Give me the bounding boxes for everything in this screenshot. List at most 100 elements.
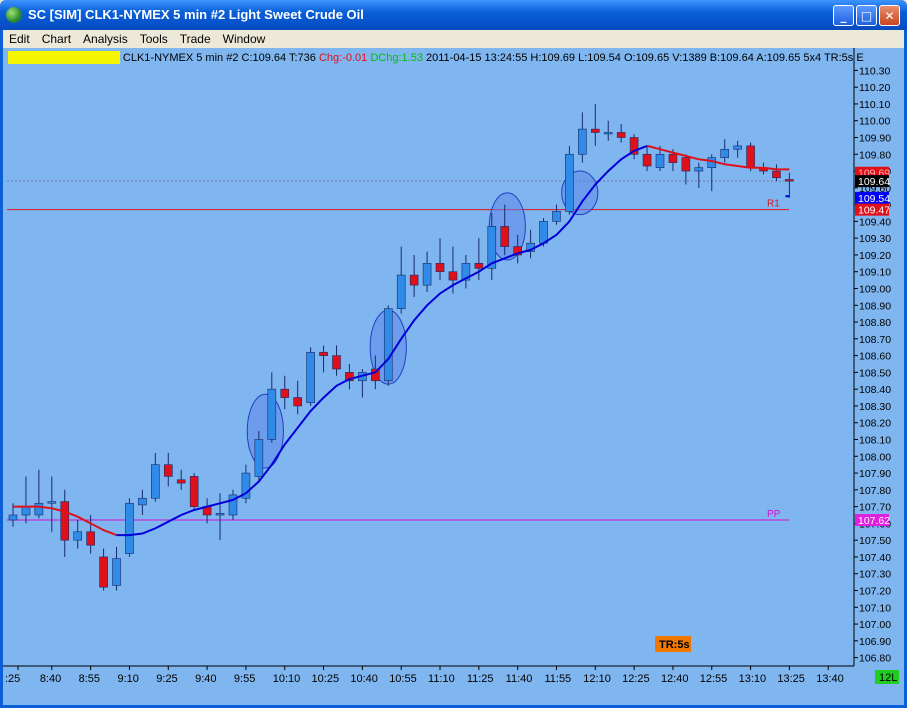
minimize-button[interactable]: _ (833, 5, 854, 26)
menu-analysis[interactable]: Analysis (77, 30, 134, 48)
price-axis-label: 108.60 (859, 351, 891, 363)
price-axis-label: 107.20 (859, 586, 891, 598)
price-axis-label: 108.90 (859, 300, 891, 312)
time-axis-label: 13:40 (816, 673, 844, 685)
price-axis-label: 108.20 (859, 418, 891, 430)
time-axis-label: 13:10 (739, 673, 767, 685)
price-axis-label: 106.90 (859, 636, 891, 648)
time-axis-label: 9:55 (234, 673, 255, 685)
price-axis-label: 109.40 (859, 216, 891, 228)
globe-icon (6, 7, 22, 23)
candle-body (332, 355, 341, 370)
candle-body (422, 263, 432, 286)
moving-average-red (646, 144, 790, 171)
price-marker-label: 109.64 (858, 176, 890, 188)
menu-window[interactable]: Window (217, 30, 272, 48)
price-axis-label: 107.00 (859, 619, 891, 631)
chart-area[interactable]: [SIM] Trade:1@109.95 CLK1-NYMEX 5 min #2… (3, 48, 904, 705)
price-axis-label: 107.90 (859, 468, 891, 480)
time-axis-label: 10:40 (350, 673, 378, 685)
candle-body (215, 513, 225, 516)
time-axis-label: 11:10 (428, 673, 455, 685)
time-axis-label: 12:10 (583, 673, 611, 685)
candle-body (151, 464, 160, 499)
price-axis-label: 108.50 (859, 367, 891, 379)
time-axis-label: 10:25 (312, 673, 340, 685)
price-axis-label: 107.50 (859, 535, 891, 547)
price-axis-label: 110.10 (859, 99, 890, 111)
chart-header: [SIM] Trade:1@109.95 CLK1-NYMEX 5 min #2… (9, 52, 864, 64)
candle-body (280, 388, 290, 398)
candle-body (565, 153, 574, 212)
candle-body (383, 308, 393, 382)
candle-body (746, 145, 755, 168)
candle-body (785, 179, 794, 182)
menu-tools[interactable]: Tools (134, 30, 174, 48)
price-axis-label: 108.70 (859, 334, 891, 346)
candle-body (448, 271, 458, 281)
price-marker-label: 107.62 (858, 515, 890, 527)
time-axis-label: 8:55 (79, 673, 100, 685)
time-axis-label: :25 (5, 673, 20, 685)
time-axis-label: 13:25 (777, 673, 805, 685)
price-axis-label: 108.10 (859, 435, 891, 447)
window-title: SC [SIM] CLK1-NYMEX 5 min #2 Light Sweet… (28, 7, 364, 22)
candle-body (720, 148, 730, 158)
price-axis-label: 109.20 (859, 250, 891, 262)
price-axis-label: 109.10 (859, 267, 891, 279)
close-button[interactable]: ✕ (879, 5, 900, 26)
time-axis-label: 12:40 (661, 673, 689, 685)
candle-body (21, 506, 31, 516)
candle-body (396, 274, 406, 309)
candle-body (189, 476, 199, 507)
candle-body (694, 167, 704, 172)
menu-trade[interactable]: Trade (174, 30, 217, 48)
price-marker-label: 109.47 (858, 205, 890, 217)
price-axis-label: 109.80 (859, 149, 891, 161)
level-label-pp: PP (767, 509, 781, 520)
candle-body (163, 464, 173, 477)
menu-edit[interactable]: Edit (3, 30, 36, 48)
tr-badge-label: TR:5s (659, 639, 690, 651)
level-label-r1: R1 (767, 199, 780, 210)
menu-chart[interactable]: Chart (36, 30, 77, 48)
candle-body (60, 501, 70, 541)
time-axis-label: 9:40 (195, 673, 216, 685)
candle-body (539, 221, 548, 244)
candle-body (474, 263, 484, 269)
price-axis-label: 110.30 (859, 65, 890, 77)
candle-body (642, 153, 652, 167)
candle-body (306, 351, 315, 403)
candle-body (47, 501, 57, 504)
candle-body (86, 531, 95, 546)
price-axis-label: 107.70 (859, 502, 891, 514)
candle-body (500, 226, 510, 247)
candle-body (681, 157, 691, 172)
candle-body (293, 397, 302, 407)
time-axis-label: 10:55 (389, 673, 417, 685)
maximize-button[interactable]: □ (856, 5, 877, 26)
price-axis-label: 109.90 (859, 133, 891, 145)
price-axis-label: 107.80 (859, 485, 891, 497)
time-axis-label: 10:10 (273, 673, 301, 685)
candle-body (603, 132, 613, 135)
time-axis-label: 11:55 (544, 673, 571, 685)
menu-bar: Edit Chart Analysis Tools Trade Window (3, 30, 904, 48)
price-axis-label: 107.30 (859, 569, 891, 581)
candle-body (138, 497, 147, 506)
title-bar[interactable]: SC [SIM] CLK1-NYMEX 5 min #2 Light Sweet… (0, 0, 907, 30)
time-axis-label: 11:25 (467, 673, 494, 685)
price-axis-label: 108.40 (859, 384, 891, 396)
app-window: SC [SIM] CLK1-NYMEX 5 min #2 Light Sweet… (0, 0, 907, 708)
candle-body (655, 153, 665, 169)
time-axis-label: 8:40 (40, 673, 61, 685)
candle-body (590, 128, 600, 133)
candle-body (578, 128, 587, 155)
time-axis-label: 11:40 (506, 673, 533, 685)
price-axis-label: 110.20 (859, 82, 890, 94)
candle-body (435, 263, 445, 273)
price-axis-label: 110.00 (859, 116, 890, 128)
price-axis-label: 109.30 (859, 233, 891, 245)
price-chart[interactable]: [SIM] Trade:1@109.95 CLK1-NYMEX 5 min #2… (3, 48, 904, 705)
candle-body (733, 145, 742, 150)
